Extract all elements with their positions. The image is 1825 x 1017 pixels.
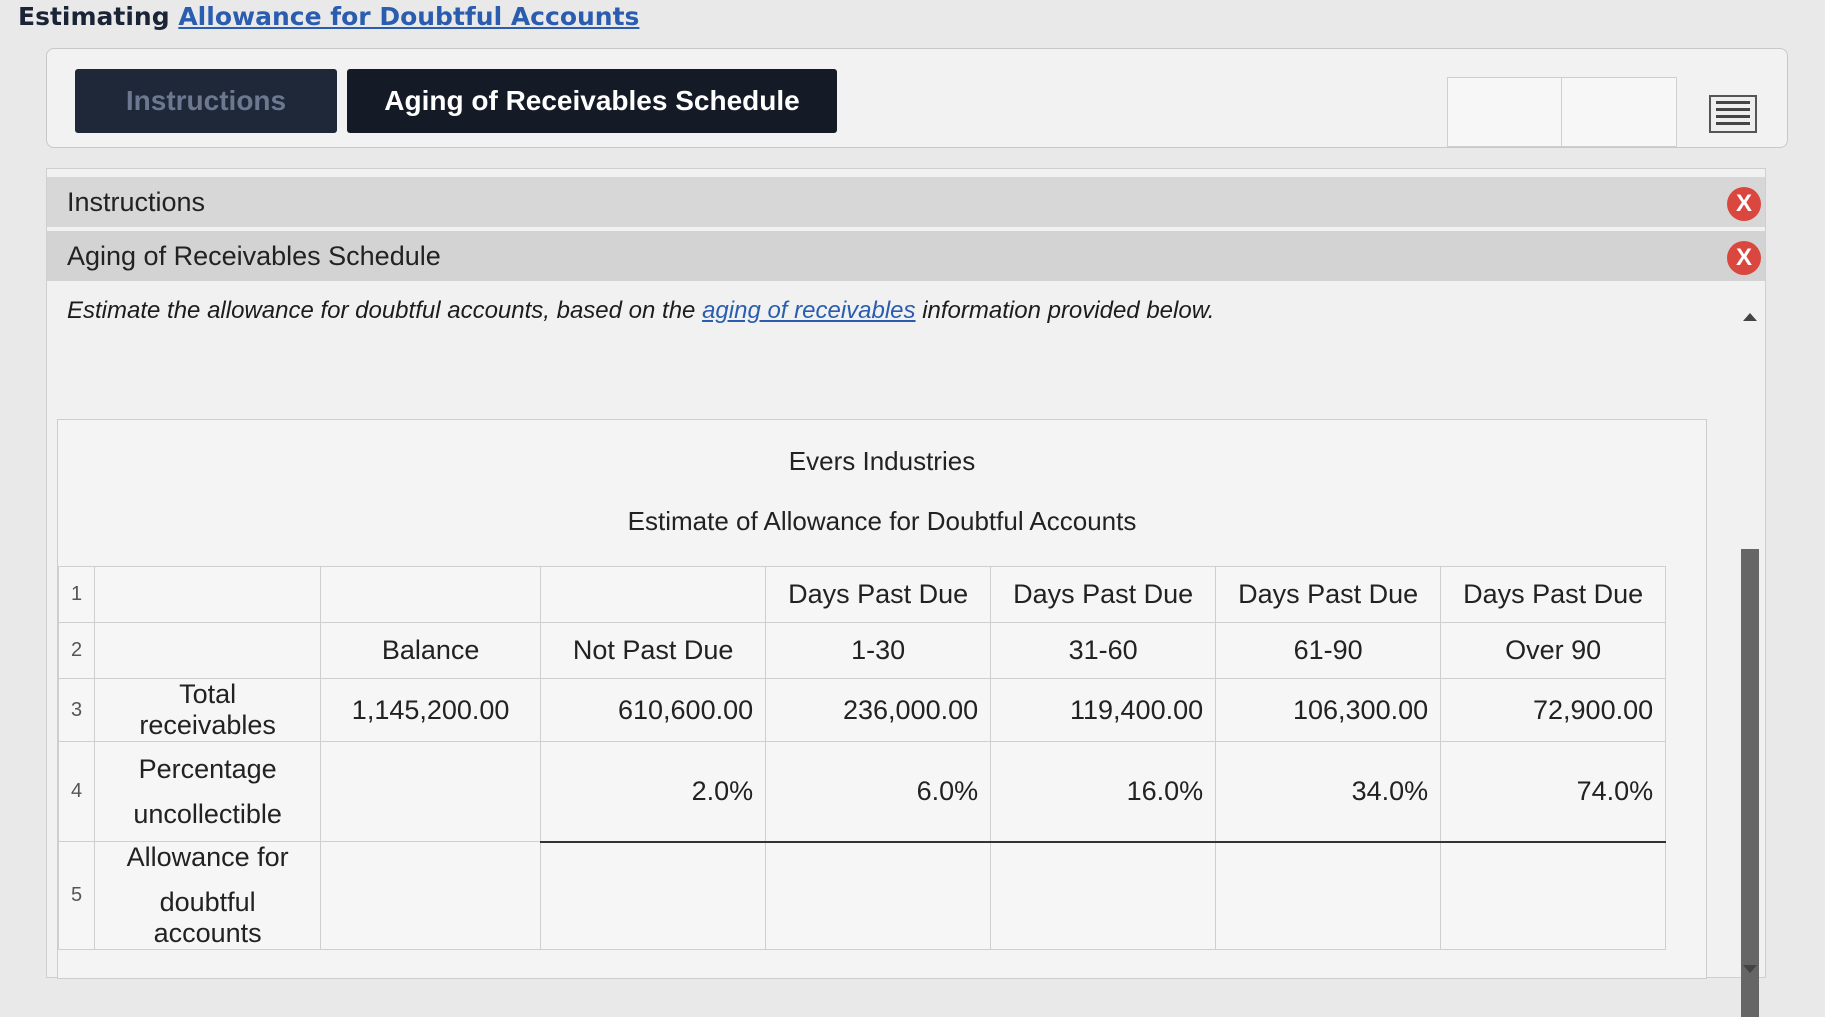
row-number: 1 <box>57 566 96 623</box>
header-cell: 61-90 <box>1215 622 1442 679</box>
header-cell: Balance <box>320 622 542 679</box>
cell: 72,900.00 <box>1440 678 1667 742</box>
input-cell[interactable] <box>1440 841 1667 950</box>
page-title-prefix: Estimating <box>18 2 179 31</box>
header-cell: Days Past Due <box>765 566 992 623</box>
row-number: 5 <box>57 841 96 950</box>
table-row: 4 Percentage uncollectible 2.0% 6.0% 16.… <box>57 741 1667 843</box>
row-number: 4 <box>57 741 96 842</box>
cell <box>94 622 322 679</box>
table-row: 3 Total receivables 1,145,200.00 610,600… <box>57 678 1667 742</box>
content-panel: Instructions X Aging of Receivables Sche… <box>46 168 1766 1017</box>
aging-link[interactable]: aging of receivables <box>702 297 915 324</box>
cell: 610,600.00 <box>540 678 767 742</box>
menu-icon[interactable] <box>1709 95 1757 133</box>
row-label: Total receivables <box>94 678 322 742</box>
input-cell[interactable] <box>990 841 1217 950</box>
tab-aging-schedule[interactable]: Aging of Receivables Schedule <box>347 69 837 133</box>
row-label: Allowance for doubtful accounts <box>94 841 322 950</box>
header-cell: Days Past Due <box>1440 566 1667 623</box>
cell: 106,300.00 <box>1215 678 1442 742</box>
input-cell[interactable] <box>320 841 542 950</box>
accordion-aging-schedule[interactable]: Aging of Receivables Schedule X <box>47 231 1765 281</box>
cell <box>320 566 542 623</box>
table-row: 1 Days Past Due Days Past Due Days Past … <box>57 566 1667 623</box>
cell: 6.0% <box>765 741 992 843</box>
row-number: 2 <box>57 622 96 679</box>
cell <box>94 566 322 623</box>
header-cell: 31-60 <box>990 622 1217 679</box>
input-cell[interactable] <box>1215 841 1442 950</box>
cell: 16.0% <box>990 741 1217 843</box>
scroll-down-icon[interactable] <box>1743 965 1757 973</box>
tab-bar: Instructions Aging of Receivables Schedu… <box>46 48 1788 148</box>
cell: 2.0% <box>540 741 767 843</box>
tab-instructions[interactable]: Instructions <box>75 69 337 133</box>
cell: 34.0% <box>1215 741 1442 843</box>
cell: 119,400.00 <box>990 678 1217 742</box>
next-button[interactable] <box>1561 77 1677 147</box>
cell <box>540 566 767 623</box>
header-cell: Not Past Due <box>540 622 767 679</box>
header-cell: Days Past Due <box>1215 566 1442 623</box>
header-cell: 1-30 <box>765 622 992 679</box>
table-row: 2 Balance Not Past Due 1-30 31-60 61-90 … <box>57 622 1667 679</box>
header-cell: Days Past Due <box>990 566 1217 623</box>
company-name: Evers Industries <box>788 446 976 476</box>
input-cell[interactable] <box>765 841 992 950</box>
table-row: 5 Allowance for doubtful accounts <box>57 841 1667 950</box>
scroll-thumb[interactable] <box>1741 549 1759 1017</box>
report-title: Estimate of Allowance for Doubtful Accou… <box>627 506 1137 536</box>
scroll-up-icon[interactable] <box>1743 313 1757 321</box>
cell: 236,000.00 <box>765 678 992 742</box>
accordion-instructions-label: Instructions <box>67 187 206 217</box>
cell <box>320 741 542 842</box>
instruction-text: Estimate the allowance for doubtful acco… <box>67 297 1215 324</box>
previous-button[interactable] <box>1447 77 1563 147</box>
spreadsheet: Evers Industries Estimate of Allowance f… <box>57 419 1707 979</box>
accordion-instructions[interactable]: Instructions X <box>47 177 1765 227</box>
page-title: Estimating Allowance for Doubtful Accoun… <box>18 2 639 31</box>
header-cell: Over 90 <box>1440 622 1667 679</box>
close-icon[interactable]: X <box>1727 241 1761 275</box>
input-cell[interactable] <box>540 841 767 950</box>
close-icon[interactable]: X <box>1727 187 1761 221</box>
scrollbar[interactable] <box>1739 309 1761 1017</box>
row-label: Percentage uncollectible <box>94 741 322 842</box>
row-number: 3 <box>57 678 96 742</box>
cell: 74.0% <box>1440 741 1667 843</box>
aging-table: 1 Days Past Due Days Past Due Days Past … <box>57 566 1667 950</box>
cell: 1,145,200.00 <box>320 678 542 742</box>
accordion-aging-label: Aging of Receivables Schedule <box>67 241 441 271</box>
page-title-link[interactable]: Allowance for Doubtful Accounts <box>178 2 639 31</box>
